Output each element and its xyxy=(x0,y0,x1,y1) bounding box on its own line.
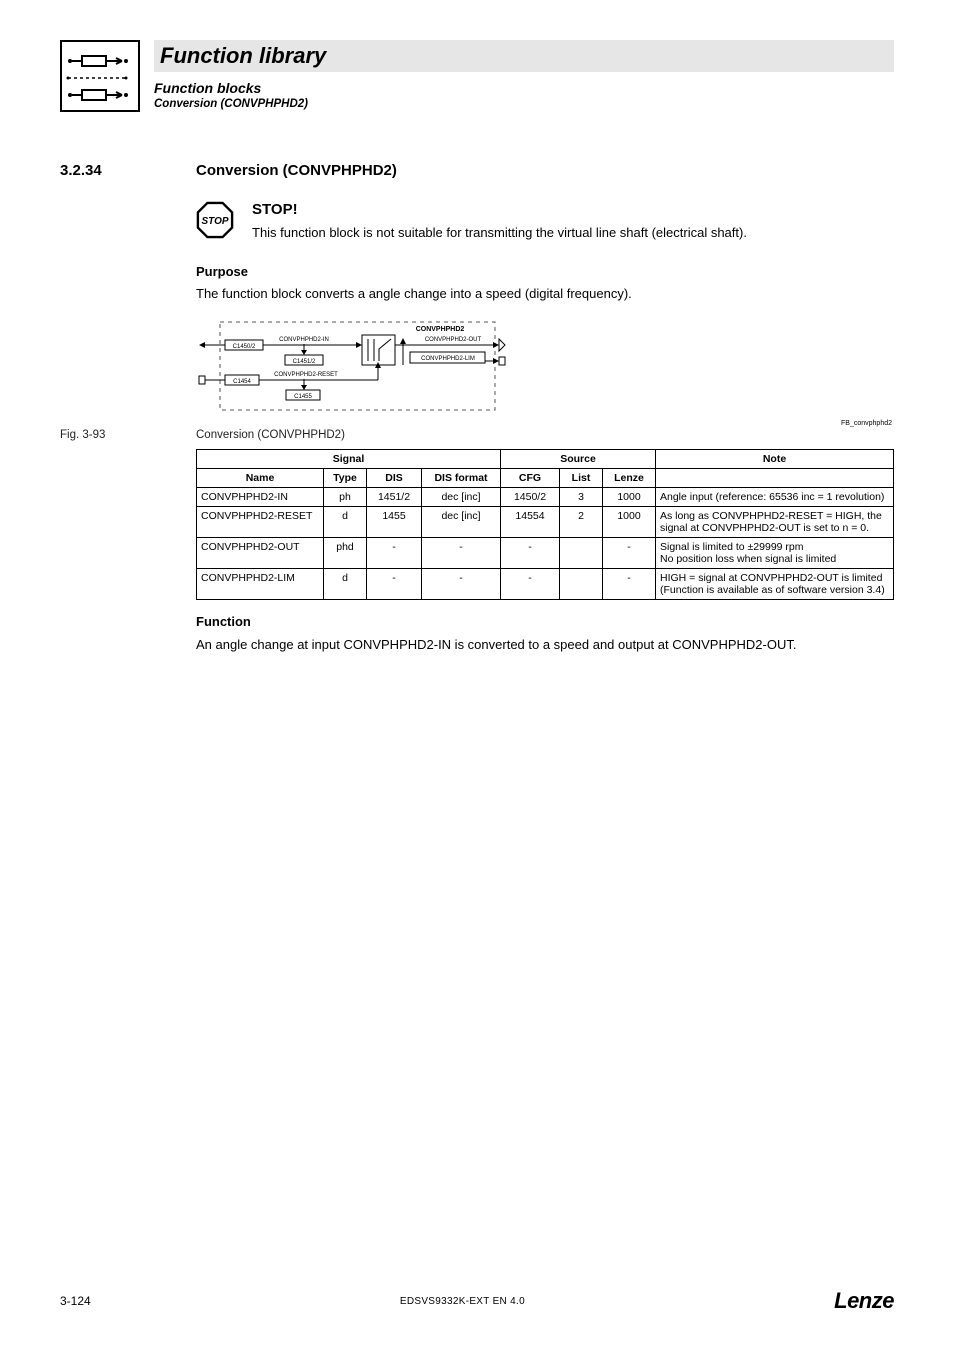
stop-text: This function block is not suitable for … xyxy=(252,224,747,242)
cell-dis: - xyxy=(367,569,422,600)
reset-code-top: C1454 xyxy=(233,379,251,385)
in-code-top: C1450/2 xyxy=(233,344,256,350)
cell-type: phd xyxy=(324,538,367,569)
cell-disf: - xyxy=(422,569,501,600)
brand-logo: Lenze xyxy=(834,1288,894,1314)
th-dis: DIS xyxy=(367,469,422,488)
in-label: CONVPHPHD2-IN xyxy=(279,337,329,343)
lim-label: CONVPHPHD2-LIM xyxy=(421,356,475,362)
page-header: Function library Function blocks Convers… xyxy=(60,40,894,112)
cell-list xyxy=(560,538,603,569)
th-name: Name xyxy=(197,469,324,488)
th-source-group: Source xyxy=(501,450,656,469)
table-row: CONVPHPHD2-RESET d 1455 dec [inc] 14554 … xyxy=(197,507,894,538)
doc-title: Function library xyxy=(160,43,326,69)
purpose-heading: Purpose xyxy=(196,264,894,279)
th-note-group: Note xyxy=(656,450,894,469)
cell-list: 2 xyxy=(560,507,603,538)
figure-label: Fig. 3-93 xyxy=(60,429,196,441)
function-text: An angle change at input CONVPHPHD2-IN i… xyxy=(196,635,894,655)
doc-subtitle-2: Conversion (CONVPHPHD2) xyxy=(154,98,894,110)
stop-callout: STOP STOP! This function block is not su… xyxy=(196,201,894,242)
table-row: CONVPHPHD2-OUT phd - - - - Signal is lim… xyxy=(197,538,894,569)
cell-name: CONVPHPHD2-IN xyxy=(197,488,324,507)
fb-tag: FB_convphphd2 xyxy=(196,420,894,427)
cell-lenze: - xyxy=(603,569,656,600)
th-disf: DIS format xyxy=(422,469,501,488)
cell-type: ph xyxy=(324,488,367,507)
th-cfg: CFG xyxy=(501,469,560,488)
table-row: CONVPHPHD2-IN ph 1451/2 dec [inc] 1450/2… xyxy=(197,488,894,507)
cell-list: 3 xyxy=(560,488,603,507)
reset-label: CONVPHPHD2-RESET xyxy=(274,372,338,378)
doc-title-bar: Function library xyxy=(154,40,894,72)
cell-dis: - xyxy=(367,538,422,569)
doc-id: EDSVS9332K-EXT EN 4.0 xyxy=(400,1296,525,1307)
th-lenze: Lenze xyxy=(603,469,656,488)
in-code-bot: C1451/2 xyxy=(293,359,316,365)
cell-dis: 1451/2 xyxy=(367,488,422,507)
cell-name: CONVPHPHD2-OUT xyxy=(197,538,324,569)
stop-heading: STOP! xyxy=(252,201,747,218)
cell-note: As long as CONVPHPHD2-RESET = HIGH, the … xyxy=(656,507,894,538)
cell-type: d xyxy=(324,507,367,538)
cell-type: d xyxy=(324,569,367,600)
cell-note: Signal is limited to ±29999 rpm No posit… xyxy=(656,538,894,569)
th-note xyxy=(656,469,894,488)
section-heading: 3.2.34 Conversion (CONVPHPHD2) xyxy=(60,162,894,179)
cell-lenze: 1000 xyxy=(603,488,656,507)
table-row: CONVPHPHD2-LIM d - - - - HIGH = signal a… xyxy=(197,569,894,600)
stop-label: STOP xyxy=(202,216,229,227)
section-number: 3.2.34 xyxy=(60,162,154,179)
purpose-text: The function block converts a angle chan… xyxy=(196,285,894,303)
th-type: Type xyxy=(324,469,367,488)
signal-table: Signal Source Note Name Type DIS DIS for… xyxy=(196,449,894,600)
th-signal-group: Signal xyxy=(197,450,501,469)
cell-note: Angle input (reference: 65536 inc = 1 re… xyxy=(656,488,894,507)
block-title: CONVPHPHD2 xyxy=(416,326,465,333)
out-label: CONVPHPHD2-OUT xyxy=(425,337,482,343)
reset-code-bot: C1455 xyxy=(294,394,312,400)
cell-cfg: 14554 xyxy=(501,507,560,538)
cell-cfg: 1450/2 xyxy=(501,488,560,507)
header-block-icon xyxy=(60,40,140,112)
cell-lenze: - xyxy=(603,538,656,569)
cell-note: HIGH = signal at CONVPHPHD2-OUT is limit… xyxy=(656,569,894,600)
cell-cfg: - xyxy=(501,538,560,569)
cell-cfg: - xyxy=(501,569,560,600)
function-heading: Function xyxy=(196,614,894,629)
page-number: 3-124 xyxy=(60,1294,91,1308)
cell-disf: - xyxy=(422,538,501,569)
cell-disf: dec [inc] xyxy=(422,488,501,507)
th-list: List xyxy=(560,469,603,488)
block-diagram: CONVPHPHD2 C1450/2 CONVPHPHD2-IN C1451/2 xyxy=(196,319,894,416)
cell-list xyxy=(560,569,603,600)
figure-caption-row: Fig. 3-93 Conversion (CONVPHPHD2) xyxy=(196,429,894,441)
cell-disf: dec [inc] xyxy=(422,507,501,538)
section-title: Conversion (CONVPHPHD2) xyxy=(196,162,397,179)
cell-name: CONVPHPHD2-LIM xyxy=(197,569,324,600)
doc-subtitle-1: Function blocks xyxy=(154,80,894,96)
figure-caption: Conversion (CONVPHPHD2) xyxy=(196,429,345,441)
cell-dis: 1455 xyxy=(367,507,422,538)
cell-lenze: 1000 xyxy=(603,507,656,538)
cell-name: CONVPHPHD2-RESET xyxy=(197,507,324,538)
page-footer: 3-124 EDSVS9332K-EXT EN 4.0 Lenze xyxy=(60,1288,894,1314)
stop-octagon-icon: STOP xyxy=(196,201,234,239)
